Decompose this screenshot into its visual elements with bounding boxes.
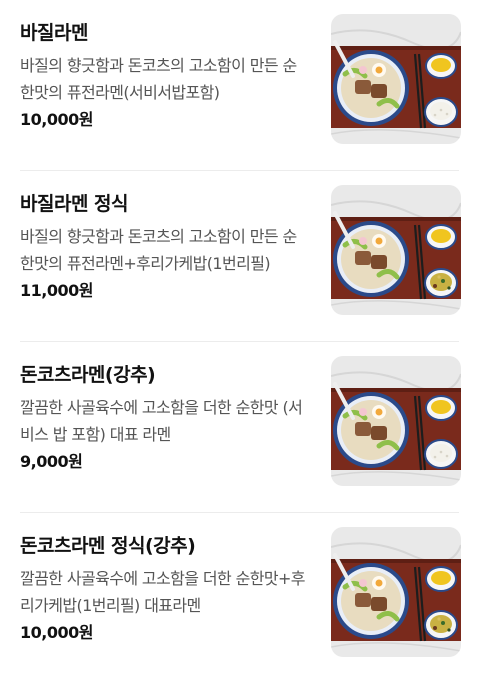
menu-item-price: 9,000원 [20,452,83,471]
menu-item-text: 바질라멘 정식 바질의 향긋함과 돈코츠의 고소함이 만든 순한맛의 퓨전라멘+… [20,191,310,303]
menu-item-photo[interactable] [331,356,461,486]
menu-item-text: 바질라멘 바질의 향긋함과 돈코츠의 고소함이 만든 순한맛의 퓨전라멘(서비서… [20,20,310,132]
menu-item[interactable]: 바질라멘 정식 바질의 향긋함과 돈코츠의 고소함이 만든 순한맛의 퓨전라멘+… [0,171,479,342]
menu-item[interactable]: 바질라멘 바질의 향긋함과 돈코츠의 고소함이 만든 순한맛의 퓨전라멘(서비서… [0,0,479,171]
menu-item-price: 10,000원 [20,110,93,129]
menu-item-price: 10,000원 [20,623,93,642]
menu-item-name: 바질라멘 [20,22,88,44]
menu-item-photo[interactable] [331,14,461,144]
menu-item-photo[interactable] [331,527,461,657]
menu-item[interactable]: 돈코츠라멘(강추) 깔끔한 사골육수에 고소함을 더한 순한맛 (서비스 밥 포… [0,342,479,513]
menu-item-description: 깔끔한 사골육수에 고소함을 더한 순한맛+후리가케밥(1번리필) 대표라멘 [20,569,306,615]
menu-item-price: 11,000원 [20,281,93,300]
menu-item-name: 돈코츠라멘(강추) [20,364,156,386]
ramen-set-photo [331,527,461,657]
menu-item-name: 돈코츠라멘 정식(강추) [20,535,196,557]
ramen-photo [331,14,461,144]
ramen-photo [331,356,461,486]
menu-item-photo[interactable] [331,185,461,315]
menu-list: 바질라멘 바질의 향긋함과 돈코츠의 고소함이 만든 순한맛의 퓨전라멘(서비서… [0,0,479,682]
menu-item-name: 바질라멘 정식 [20,193,129,215]
menu-item-description: 바질의 향긋함과 돈코츠의 고소함이 만든 순한맛의 퓨전라멘+후리가케밥(1번… [20,227,297,273]
menu-item-description: 바질의 향긋함과 돈코츠의 고소함이 만든 순한맛의 퓨전라멘(서비서밥포함) [20,56,297,102]
menu-item-text: 돈코츠라멘 정식(강추) 깔끔한 사골육수에 고소함을 더한 순한맛+후리가케밥… [20,533,310,645]
menu-item-text: 돈코츠라멘(강추) 깔끔한 사골육수에 고소함을 더한 순한맛 (서비스 밥 포… [20,362,310,474]
ramen-set-photo [331,185,461,315]
menu-item[interactable]: 돈코츠라멘 정식(강추) 깔끔한 사골육수에 고소함을 더한 순한맛+후리가케밥… [0,513,479,682]
menu-item-description: 깔끔한 사골육수에 고소함을 더한 순한맛 (서비스 밥 포함) 대표 라멘 [20,398,303,444]
